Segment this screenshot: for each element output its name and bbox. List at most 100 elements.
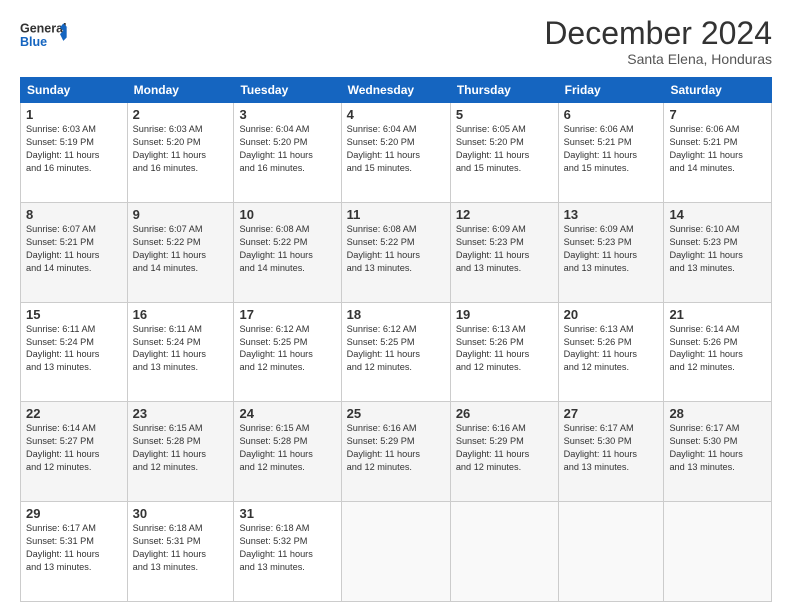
- week-row-1: 1 Sunrise: 6:03 AMSunset: 5:19 PMDayligh…: [21, 103, 772, 203]
- day-info: Sunrise: 6:04 AMSunset: 5:20 PMDaylight:…: [239, 123, 335, 175]
- day-info: Sunrise: 6:06 AMSunset: 5:21 PMDaylight:…: [669, 123, 766, 175]
- col-thursday: Thursday: [450, 78, 558, 103]
- day-number: 19: [456, 307, 553, 322]
- day-info: Sunrise: 6:11 AMSunset: 5:24 PMDaylight:…: [26, 323, 122, 375]
- day-info: Sunrise: 6:15 AMSunset: 5:28 PMDaylight:…: [133, 422, 229, 474]
- day-number: 7: [669, 107, 766, 122]
- logo-wrapper: General Blue: [20, 16, 70, 54]
- day-info: Sunrise: 6:03 AMSunset: 5:20 PMDaylight:…: [133, 123, 229, 175]
- day-number: 28: [669, 406, 766, 421]
- day-cell: [450, 502, 558, 602]
- col-saturday: Saturday: [664, 78, 772, 103]
- day-info: Sunrise: 6:06 AMSunset: 5:21 PMDaylight:…: [564, 123, 659, 175]
- day-cell: 23 Sunrise: 6:15 AMSunset: 5:28 PMDaylig…: [127, 402, 234, 502]
- day-cell: 18 Sunrise: 6:12 AMSunset: 5:25 PMDaylig…: [341, 302, 450, 402]
- day-cell: 19 Sunrise: 6:13 AMSunset: 5:26 PMDaylig…: [450, 302, 558, 402]
- day-cell: 4 Sunrise: 6:04 AMSunset: 5:20 PMDayligh…: [341, 103, 450, 203]
- week-row-4: 22 Sunrise: 6:14 AMSunset: 5:27 PMDaylig…: [21, 402, 772, 502]
- day-info: Sunrise: 6:08 AMSunset: 5:22 PMDaylight:…: [347, 223, 445, 275]
- day-cell: 22 Sunrise: 6:14 AMSunset: 5:27 PMDaylig…: [21, 402, 128, 502]
- day-cell: 24 Sunrise: 6:15 AMSunset: 5:28 PMDaylig…: [234, 402, 341, 502]
- day-cell: 20 Sunrise: 6:13 AMSunset: 5:26 PMDaylig…: [558, 302, 664, 402]
- day-number: 3: [239, 107, 335, 122]
- day-cell: 13 Sunrise: 6:09 AMSunset: 5:23 PMDaylig…: [558, 202, 664, 302]
- day-number: 10: [239, 207, 335, 222]
- top-section: General Blue December 2024 Santa Elena, …: [20, 16, 772, 67]
- page: General Blue December 2024 Santa Elena, …: [0, 0, 792, 612]
- day-number: 4: [347, 107, 445, 122]
- day-info: Sunrise: 6:16 AMSunset: 5:29 PMDaylight:…: [456, 422, 553, 474]
- svg-text:Blue: Blue: [20, 35, 47, 49]
- day-cell: 5 Sunrise: 6:05 AMSunset: 5:20 PMDayligh…: [450, 103, 558, 203]
- day-cell: [341, 502, 450, 602]
- day-number: 24: [239, 406, 335, 421]
- day-number: 30: [133, 506, 229, 521]
- day-cell: 1 Sunrise: 6:03 AMSunset: 5:19 PMDayligh…: [21, 103, 128, 203]
- day-cell: 21 Sunrise: 6:14 AMSunset: 5:26 PMDaylig…: [664, 302, 772, 402]
- day-info: Sunrise: 6:04 AMSunset: 5:20 PMDaylight:…: [347, 123, 445, 175]
- calendar-header-row: Sunday Monday Tuesday Wednesday Thursday…: [21, 78, 772, 103]
- day-cell: 6 Sunrise: 6:06 AMSunset: 5:21 PMDayligh…: [558, 103, 664, 203]
- day-number: 1: [26, 107, 122, 122]
- day-cell: 17 Sunrise: 6:12 AMSunset: 5:25 PMDaylig…: [234, 302, 341, 402]
- col-friday: Friday: [558, 78, 664, 103]
- day-info: Sunrise: 6:17 AMSunset: 5:30 PMDaylight:…: [564, 422, 659, 474]
- day-number: 15: [26, 307, 122, 322]
- day-number: 16: [133, 307, 229, 322]
- day-number: 5: [456, 107, 553, 122]
- month-year-title: December 2024: [544, 16, 772, 51]
- day-info: Sunrise: 6:13 AMSunset: 5:26 PMDaylight:…: [564, 323, 659, 375]
- day-info: Sunrise: 6:07 AMSunset: 5:21 PMDaylight:…: [26, 223, 122, 275]
- day-cell: 10 Sunrise: 6:08 AMSunset: 5:22 PMDaylig…: [234, 202, 341, 302]
- calendar-table: Sunday Monday Tuesday Wednesday Thursday…: [20, 77, 772, 602]
- day-number: 8: [26, 207, 122, 222]
- day-info: Sunrise: 6:09 AMSunset: 5:23 PMDaylight:…: [564, 223, 659, 275]
- day-cell: 8 Sunrise: 6:07 AMSunset: 5:21 PMDayligh…: [21, 202, 128, 302]
- day-number: 13: [564, 207, 659, 222]
- col-wednesday: Wednesday: [341, 78, 450, 103]
- day-info: Sunrise: 6:05 AMSunset: 5:20 PMDaylight:…: [456, 123, 553, 175]
- day-info: Sunrise: 6:14 AMSunset: 5:26 PMDaylight:…: [669, 323, 766, 375]
- day-number: 6: [564, 107, 659, 122]
- day-number: 2: [133, 107, 229, 122]
- day-number: 29: [26, 506, 122, 521]
- day-cell: 25 Sunrise: 6:16 AMSunset: 5:29 PMDaylig…: [341, 402, 450, 502]
- day-info: Sunrise: 6:17 AMSunset: 5:31 PMDaylight:…: [26, 522, 122, 574]
- day-info: Sunrise: 6:09 AMSunset: 5:23 PMDaylight:…: [456, 223, 553, 275]
- day-cell: 16 Sunrise: 6:11 AMSunset: 5:24 PMDaylig…: [127, 302, 234, 402]
- logo-svg: General Blue: [20, 16, 70, 54]
- day-cell: [558, 502, 664, 602]
- day-cell: 2 Sunrise: 6:03 AMSunset: 5:20 PMDayligh…: [127, 103, 234, 203]
- day-number: 20: [564, 307, 659, 322]
- day-info: Sunrise: 6:07 AMSunset: 5:22 PMDaylight:…: [133, 223, 229, 275]
- day-info: Sunrise: 6:15 AMSunset: 5:28 PMDaylight:…: [239, 422, 335, 474]
- col-tuesday: Tuesday: [234, 78, 341, 103]
- col-monday: Monday: [127, 78, 234, 103]
- day-number: 27: [564, 406, 659, 421]
- day-cell: 7 Sunrise: 6:06 AMSunset: 5:21 PMDayligh…: [664, 103, 772, 203]
- day-cell: 12 Sunrise: 6:09 AMSunset: 5:23 PMDaylig…: [450, 202, 558, 302]
- svg-text:General: General: [20, 22, 67, 36]
- day-cell: 15 Sunrise: 6:11 AMSunset: 5:24 PMDaylig…: [21, 302, 128, 402]
- day-number: 22: [26, 406, 122, 421]
- day-cell: 26 Sunrise: 6:16 AMSunset: 5:29 PMDaylig…: [450, 402, 558, 502]
- logo: General Blue: [20, 16, 70, 54]
- day-info: Sunrise: 6:11 AMSunset: 5:24 PMDaylight:…: [133, 323, 229, 375]
- day-number: 11: [347, 207, 445, 222]
- day-number: 18: [347, 307, 445, 322]
- day-cell: 3 Sunrise: 6:04 AMSunset: 5:20 PMDayligh…: [234, 103, 341, 203]
- day-cell: 31 Sunrise: 6:18 AMSunset: 5:32 PMDaylig…: [234, 502, 341, 602]
- day-cell: 29 Sunrise: 6:17 AMSunset: 5:31 PMDaylig…: [21, 502, 128, 602]
- day-info: Sunrise: 6:14 AMSunset: 5:27 PMDaylight:…: [26, 422, 122, 474]
- day-info: Sunrise: 6:03 AMSunset: 5:19 PMDaylight:…: [26, 123, 122, 175]
- day-info: Sunrise: 6:12 AMSunset: 5:25 PMDaylight:…: [239, 323, 335, 375]
- day-cell: 27 Sunrise: 6:17 AMSunset: 5:30 PMDaylig…: [558, 402, 664, 502]
- day-info: Sunrise: 6:18 AMSunset: 5:32 PMDaylight:…: [239, 522, 335, 574]
- day-cell: [664, 502, 772, 602]
- day-info: Sunrise: 6:18 AMSunset: 5:31 PMDaylight:…: [133, 522, 229, 574]
- day-number: 23: [133, 406, 229, 421]
- day-number: 26: [456, 406, 553, 421]
- day-info: Sunrise: 6:16 AMSunset: 5:29 PMDaylight:…: [347, 422, 445, 474]
- day-number: 14: [669, 207, 766, 222]
- day-info: Sunrise: 6:10 AMSunset: 5:23 PMDaylight:…: [669, 223, 766, 275]
